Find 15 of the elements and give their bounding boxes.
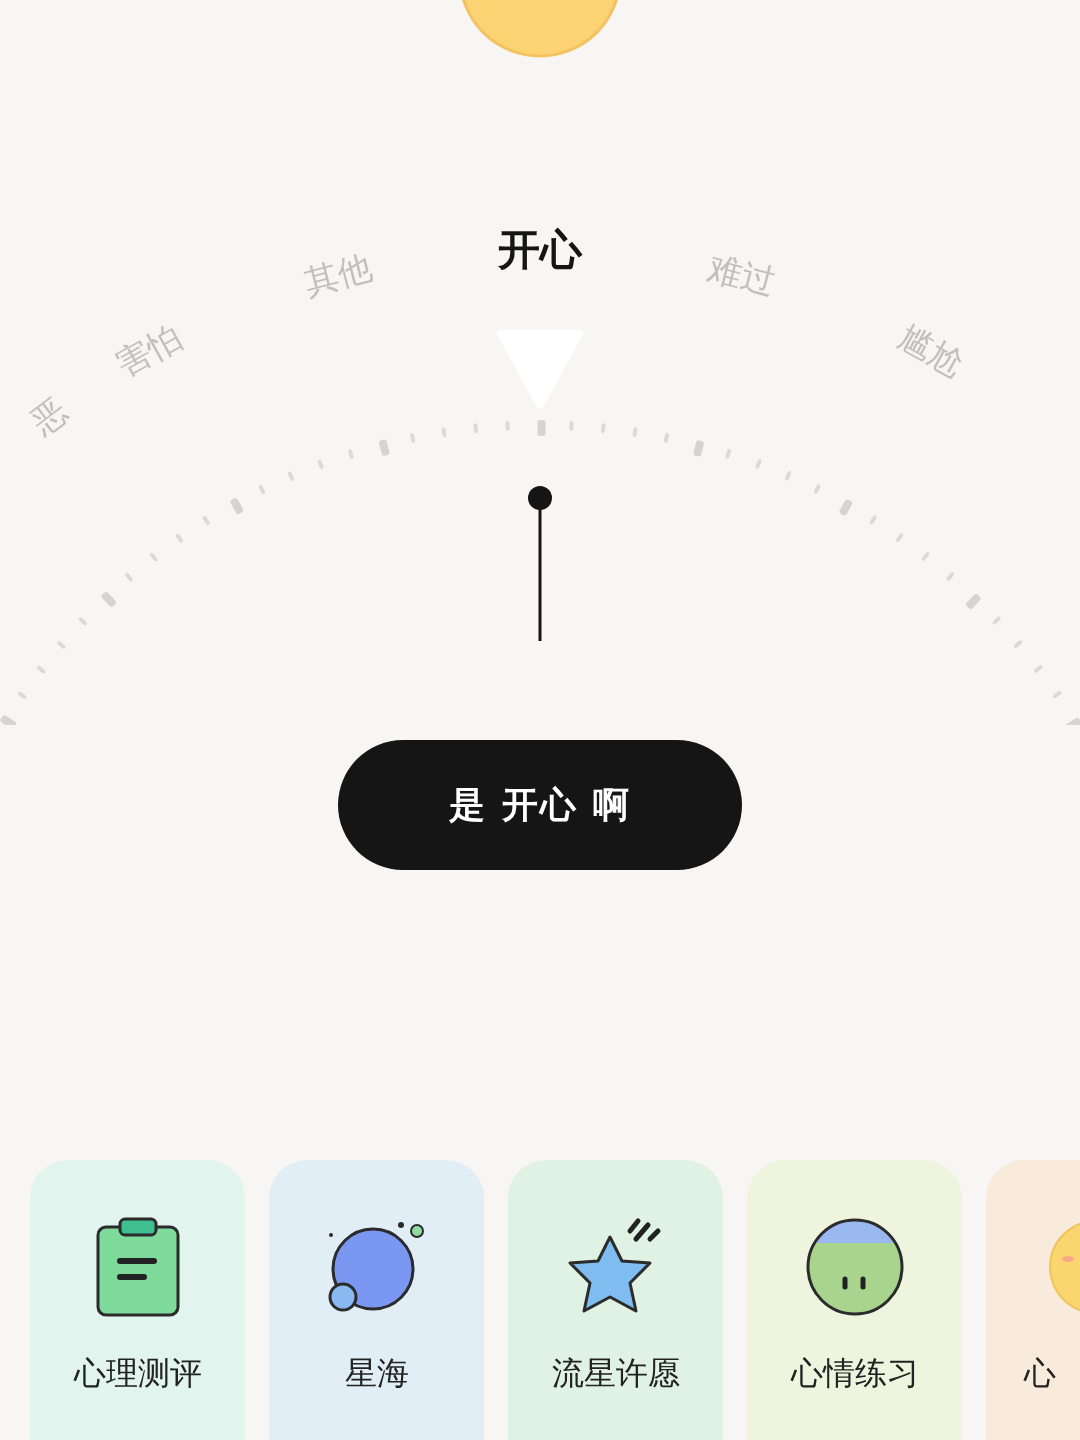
feature-card[interactable]: 星海 xyxy=(269,1160,484,1440)
card-label: 心理测评 xyxy=(73,1353,202,1394)
feature-card[interactable]: 流星许愿 xyxy=(508,1160,723,1440)
card-label: 心情练习 xyxy=(790,1353,919,1394)
needle-icon xyxy=(527,485,553,641)
face-icon xyxy=(804,1217,905,1317)
confirm-button[interactable]: 是 开心 啊 xyxy=(338,740,742,870)
feature-card[interactable]: 心理测评 xyxy=(30,1160,245,1440)
card-label: 流星许愿 xyxy=(551,1353,680,1394)
feature-card[interactable]: 心 xyxy=(986,1160,1080,1440)
mood-option[interactable]: 开心 xyxy=(498,222,582,278)
card-label: 星海 xyxy=(344,1353,409,1394)
card-label: 心 xyxy=(1022,1353,1056,1394)
feature-card[interactable]: 心情练习 xyxy=(747,1160,962,1440)
clipboard-icon xyxy=(95,1217,180,1317)
